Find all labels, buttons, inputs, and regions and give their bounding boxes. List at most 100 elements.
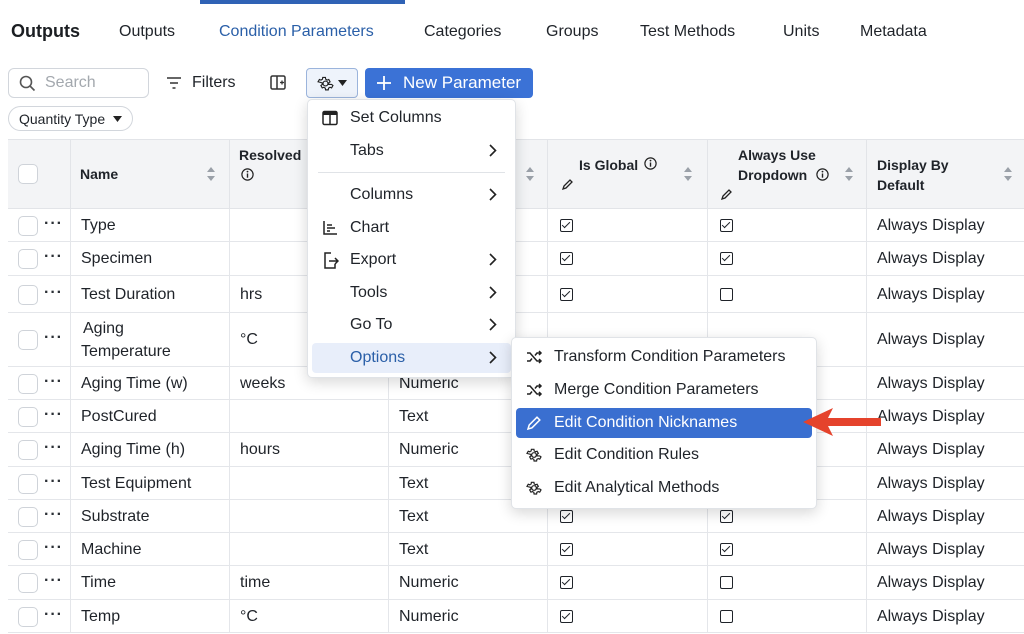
always-dropdown-checkbox[interactable] [720,218,733,232]
quantity-type-filter[interactable]: Quantity Type [8,106,134,131]
is-global-checkbox[interactable] [560,609,573,623]
row-checkbox[interactable] [18,440,38,460]
is-global-checkbox[interactable] [560,287,573,301]
tab-categories[interactable]: Categories [424,23,501,41]
menu-item-go-to[interactable]: Go To [312,310,511,340]
menu-item-edit-analytical-methods[interactable]: Edit Analytical Methods [516,473,812,503]
always-dropdown-checkbox[interactable] [720,576,733,589]
row-display: Always Display [877,540,985,558]
header-always-use-label: Always Use [738,147,816,163]
sort-icon[interactable] [207,167,215,181]
row-checkbox[interactable] [18,573,38,593]
select-all-checkbox[interactable] [18,164,38,184]
settings-menu-button[interactable] [306,68,358,98]
is-global-checkbox[interactable] [560,576,573,589]
new-parameter-button[interactable]: New Parameter [365,68,533,98]
menu-item-edit-condition-nicknames[interactable]: Edit Condition Nicknames [516,408,812,438]
is-global-checkbox[interactable] [560,252,573,265]
filters-button[interactable]: Filters [166,70,236,96]
row-actions-icon[interactable]: ··· [44,329,63,347]
sort-icon[interactable] [845,167,853,181]
menu-item-tabs[interactable]: Tabs [312,136,511,166]
row-display-cell: Always Display [867,433,1024,466]
row-display: Always Display [877,507,985,525]
row-actions-icon[interactable]: ··· [44,406,63,424]
settings-menu: Set Columns Tabs Columns Chart Export To… [307,99,516,378]
table-header: Name Resolved Is Global Always Use Dropd… [8,139,1024,209]
row-select-cell: ··· [8,313,71,366]
header-resolved-label: Resolved [239,147,302,163]
always-dropdown-checkbox[interactable] [720,287,733,301]
row-checkbox[interactable] [18,216,38,236]
always-dropdown-checkbox[interactable] [720,509,733,523]
row-actions-icon[interactable]: ··· [44,506,63,524]
gear-icon [526,448,542,462]
plus-icon [377,76,391,90]
row-actions-icon[interactable]: ··· [44,572,63,590]
row-display: Always Display [877,216,985,234]
row-actions-icon[interactable]: ··· [44,284,63,302]
is-global-checkbox[interactable] [560,218,573,232]
row-actions-icon[interactable]: ··· [44,473,63,491]
sort-icon[interactable] [526,167,534,181]
row-checkbox[interactable] [18,330,38,350]
tab-outputs[interactable]: Outputs [119,23,175,41]
row-actions-icon[interactable]: ··· [44,248,63,266]
row-name-cell: Test Duration [71,276,230,312]
tab-test-methods[interactable]: Test Methods [640,23,735,41]
row-display-cell: Always Display [867,600,1024,632]
gear-icon [526,481,542,495]
row-dropdown-cell [708,209,867,241]
header-name[interactable]: Name [71,140,230,209]
table-row[interactable]: ··· Specimen Always Display [8,242,1024,276]
row-display: Always Display [877,574,985,591]
table-row[interactable]: ··· Machine Text Always Display [8,533,1024,566]
always-dropdown-checkbox[interactable] [720,609,733,623]
sort-icon[interactable] [684,167,692,181]
column-panel-icon[interactable] [270,74,287,91]
row-checkbox[interactable] [18,407,38,427]
row-actions-icon[interactable]: ··· [44,439,63,457]
menu-item-set-columns[interactable]: Set Columns [312,103,511,133]
is-global-checkbox[interactable] [560,542,573,556]
row-checkbox[interactable] [18,474,38,494]
row-actions-icon[interactable]: ··· [44,539,63,557]
row-checkbox[interactable] [18,540,38,560]
header-is-global[interactable]: Is Global [548,140,708,209]
row-checkbox[interactable] [18,374,38,394]
header-display-by-default[interactable]: Display By Default [867,140,1024,209]
menu-item-export[interactable]: Export [312,245,511,275]
header-always-use-dropdown[interactable]: Always Use Dropdown [708,140,867,209]
menu-item-chart[interactable]: Chart [312,213,511,243]
menu-item-merge-condition-parameters[interactable]: Merge Condition Parameters [516,375,812,405]
menu-item-transform-condition-parameters[interactable]: Transform Condition Parameters [516,342,812,372]
tab-metadata[interactable]: Metadata [860,23,927,41]
menu-item-tools[interactable]: Tools [312,278,511,308]
always-dropdown-checkbox[interactable] [720,542,733,556]
search-box[interactable] [8,68,149,98]
row-checkbox[interactable] [18,249,38,269]
row-actions-icon[interactable]: ··· [44,373,63,391]
tab-condition-parameters[interactable]: Condition Parameters [219,23,374,41]
table-row[interactable]: ··· Temp °C Numeric Always Display [8,600,1024,633]
table-row[interactable]: ··· Time time Numeric Always Display [8,566,1024,600]
menu-item-edit-condition-rules[interactable]: Edit Condition Rules [516,440,812,470]
row-actions-icon[interactable]: ··· [44,215,63,233]
table-row[interactable]: ··· Type Always Display [8,209,1024,242]
tab-groups[interactable]: Groups [546,23,598,41]
table-row[interactable]: ··· Test Duration hrs Always Display [8,276,1024,313]
is-global-checkbox[interactable] [560,509,573,523]
menu-item-columns[interactable]: Columns [312,180,511,210]
menu-item-options[interactable]: Options [312,343,511,373]
always-dropdown-checkbox[interactable] [720,252,733,265]
row-unit: weeks [240,374,286,392]
row-name: Type [81,216,116,234]
sort-icon[interactable] [1004,167,1012,181]
row-checkbox[interactable] [18,285,38,305]
search-input[interactable] [45,73,143,93]
menu-item-label: Edit Analytical Methods [554,479,720,496]
row-checkbox[interactable] [18,507,38,527]
row-actions-icon[interactable]: ··· [44,606,63,624]
row-checkbox[interactable] [18,607,38,627]
tab-units[interactable]: Units [783,23,819,41]
